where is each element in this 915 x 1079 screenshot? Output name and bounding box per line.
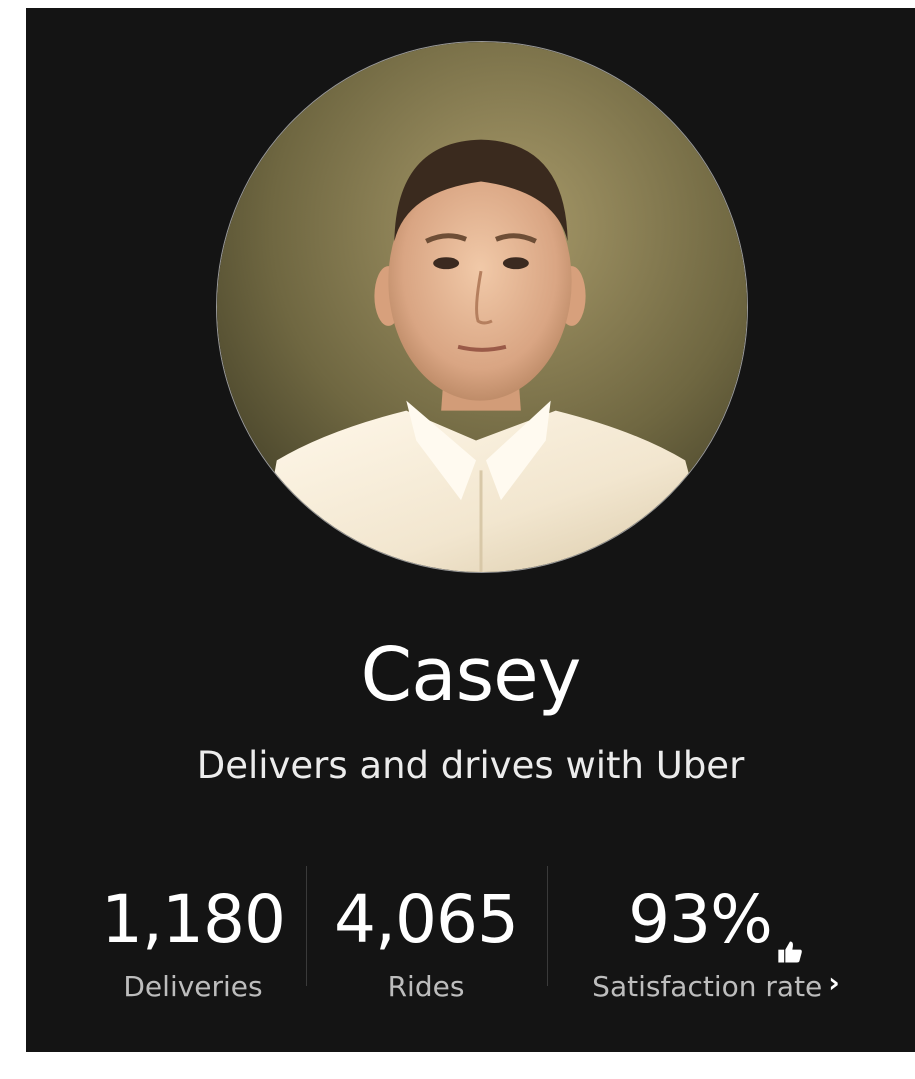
driver-subtitle: Delivers and drives with Uber: [196, 744, 745, 787]
rides-value: 4,065: [334, 881, 519, 958]
stat-divider: [306, 866, 307, 986]
deliveries-value: 1,180: [101, 881, 286, 958]
satisfaction-label: Satisfaction rate: [592, 970, 823, 1003]
deliveries-label: Deliveries: [123, 970, 263, 1003]
satisfaction-value-row: 93%: [566, 880, 866, 963]
stat-satisfaction[interactable]: 93% Satisfaction rate ›: [566, 880, 866, 1006]
thumbs-up-icon: [776, 904, 804, 963]
chevron-right-icon[interactable]: ›: [828, 964, 840, 1002]
satisfaction-label-row: Satisfaction rate ›: [566, 966, 866, 1006]
profile-photo: [217, 42, 747, 572]
satisfaction-value: 93%: [628, 881, 773, 958]
stat-deliveries: 1,180 Deliveries: [98, 880, 288, 1006]
stat-rides: 4,065 Rides: [326, 880, 526, 1006]
rides-label: Rides: [387, 970, 465, 1003]
stat-divider: [547, 866, 548, 986]
driver-name: Casey: [360, 632, 582, 718]
driver-profile-card: Casey Delivers and drives with Uber 1,18…: [26, 8, 915, 1052]
avatar: [216, 41, 748, 573]
